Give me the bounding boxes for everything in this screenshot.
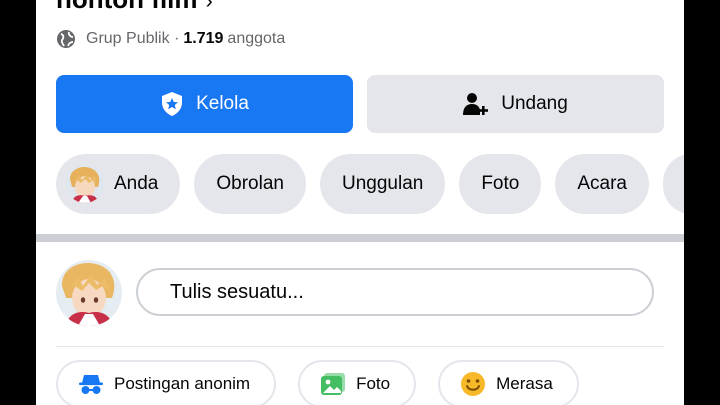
tab-files[interactable]: F xyxy=(663,154,684,214)
tab-chat[interactable]: Obrolan xyxy=(194,154,306,214)
privacy-label: Grup Publik xyxy=(86,30,170,47)
tab-events[interactable]: Acara xyxy=(555,154,649,214)
smiley-icon xyxy=(461,372,486,396)
write-post-input[interactable]: Tulis sesuatu... xyxy=(136,268,654,316)
anonymous-post-button[interactable]: Postingan anonim xyxy=(56,360,277,405)
manage-button[interactable]: Kelola xyxy=(56,75,353,133)
member-label[interactable]: anggota xyxy=(227,30,285,48)
group-title[interactable]: nonton film › xyxy=(56,0,213,15)
tab-label: Acara xyxy=(577,173,627,194)
tab-label: Unggulan xyxy=(341,173,424,194)
group-tabs: Anda Obrolan Unggulan Foto Acara F xyxy=(56,154,684,214)
tab-label: Foto xyxy=(481,173,520,194)
post-composer: Tulis sesuatu... Postingan anonim Foto M… xyxy=(36,242,684,405)
incognito-icon xyxy=(79,375,103,394)
feeling-button[interactable]: Merasa xyxy=(438,360,579,405)
tab-featured[interactable]: Unggulan xyxy=(319,154,446,214)
group-meta: Grup Publik · 1.719 anggota xyxy=(56,28,285,50)
avatar[interactable] xyxy=(56,260,122,326)
group-screen: nonton film › Grup Publik · 1.719 anggota… xyxy=(36,0,684,405)
tab-label: Obrolan xyxy=(216,173,284,194)
add-person-icon xyxy=(463,93,489,115)
tab-you[interactable]: Anda xyxy=(56,154,181,214)
feeling-label: Merasa xyxy=(496,374,553,393)
manage-label: Kelola xyxy=(196,93,249,114)
invite-label: Undang xyxy=(501,93,568,114)
meta-separator: · xyxy=(174,30,180,47)
chevron-right-icon[interactable]: › xyxy=(206,0,213,13)
photo-label: Foto xyxy=(356,374,391,393)
photo-button[interactable]: Foto xyxy=(298,360,417,405)
composer-separator xyxy=(56,346,664,347)
group-name[interactable]: nonton film xyxy=(56,0,198,14)
invite-button[interactable]: Undang xyxy=(367,75,664,133)
member-count[interactable]: 1.719 xyxy=(183,30,223,48)
section-divider xyxy=(36,234,684,242)
composer-actions: Postingan anonim Foto Merasa xyxy=(56,360,601,405)
photo-icon xyxy=(321,373,346,395)
write-post-placeholder: Tulis sesuatu... xyxy=(170,280,304,303)
tab-label: Anda xyxy=(114,173,159,194)
anonymous-post-label: Postingan anonim xyxy=(114,374,251,393)
avatar xyxy=(66,165,104,203)
shield-star-icon xyxy=(162,92,183,116)
globe-icon xyxy=(57,30,75,48)
tab-photos[interactable]: Foto xyxy=(459,154,542,214)
